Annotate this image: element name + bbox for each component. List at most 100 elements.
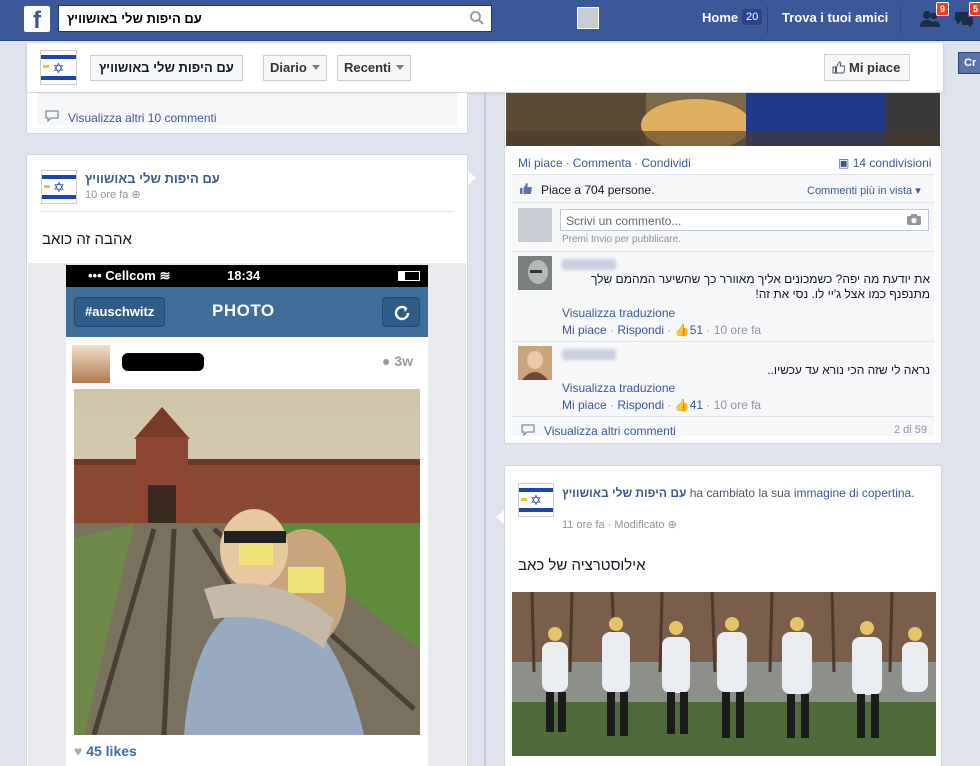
comment-bubble-icon (45, 110, 59, 122)
comment-link[interactable]: Commenta (573, 156, 632, 170)
comment-like-link[interactable]: Mi piace (562, 323, 607, 337)
separator-dot: · (664, 398, 675, 412)
comment-text: את יודעת מה יפה? כשמכונים אליך מאוורר כך… (590, 272, 930, 301)
cover-photo[interactable] (512, 592, 936, 756)
recenti-dropdown[interactable]: Recenti (337, 55, 411, 81)
phone-status-bar: ••• Cellcom ≋ 18:34 (66, 265, 428, 287)
comments-pager-count: 2 di 59 (894, 424, 928, 436)
shares-count-link[interactable]: ▣ 14 condivisioni (838, 156, 931, 170)
share-link[interactable]: Condividi (641, 156, 690, 170)
comment-meta: Mi piace · Rispondi · 👍51 · 10 ore fa (562, 323, 761, 337)
comment-likes-count[interactable]: 👍41 (675, 398, 703, 412)
separator-dot: · (703, 398, 714, 412)
create-button[interactable]: Cr (958, 52, 980, 74)
timeline-arrow-left-post (468, 171, 476, 185)
instagram-post-age-text: 3w (394, 353, 414, 369)
camera-icon[interactable] (906, 213, 922, 226)
messages-count-badge: 5 (969, 2, 980, 16)
search-input-value: עם היפות שלי באושוויץ (67, 11, 202, 26)
nav-divider (767, 6, 768, 34)
search-icon[interactable] (469, 10, 485, 26)
post-timestamp-text: 10 ore fa (85, 189, 129, 201)
globe-icon: ⊕ (667, 519, 677, 531)
diario-dropdown[interactable]: Diario (263, 55, 327, 81)
home-count-badge: 20 (742, 9, 763, 25)
hashtag-back-button: #auschwitz (74, 297, 166, 327)
cover-photo-link[interactable]: immagine di copertina. (794, 486, 915, 500)
refresh-icon (382, 297, 420, 327)
commenter-name-blurred[interactable] (562, 349, 616, 360)
post-author-name[interactable]: עם היפות שלי באושוויץ (85, 171, 220, 186)
comment-input[interactable]: Scrivi un commento... (560, 209, 929, 231)
redacted-username (122, 353, 204, 371)
profile-avatar[interactable] (577, 7, 599, 29)
commenter-avatar[interactable] (518, 256, 552, 290)
comment-time[interactable]: 10 ore fa (714, 398, 761, 412)
enter-to-post-hint: Premi Invio per pubblicare. (562, 234, 681, 245)
post-timestamp[interactable]: 10 ore fa ⊕ (85, 188, 141, 201)
nav-find-friends-link[interactable]: Trova i tuoi amici (782, 10, 888, 25)
current-user-avatar (518, 208, 552, 242)
separator-dot: · (703, 323, 714, 337)
diario-dropdown-label: Diario (270, 60, 307, 75)
thumbs-up-icon: 👍 (674, 323, 690, 337)
nav-divider (900, 6, 901, 34)
battery-icon (398, 271, 420, 281)
divider (512, 202, 934, 203)
post-timestamp[interactable]: 11 ore fa · Modificato ⊕ (562, 518, 677, 531)
page-profile-picture[interactable]: ✡ (40, 50, 77, 85)
separator-dot: · (565, 156, 570, 170)
comment-input-placeholder: Scrivi un commento... (566, 214, 682, 228)
comment-bubble-icon (521, 424, 535, 436)
view-more-comments-link[interactable]: Visualizza altri commenti (544, 424, 676, 438)
commenter-avatar[interactable] (518, 346, 552, 380)
post-author-avatar[interactable]: ✡ (41, 170, 77, 204)
chevron-down-icon: ▾ (915, 185, 921, 197)
instagram-likes: ♥ 45 likes (74, 743, 137, 759)
comment-order-label: Commenti più in vista (807, 185, 913, 197)
comment-meta: Mi piace · Rispondi · 👍41 · 10 ore fa (562, 398, 761, 412)
comment-reply-link[interactable]: Rispondi (617, 398, 664, 412)
comment-likes-count[interactable]: 👍51 (675, 323, 703, 337)
globe-icon: ⊕ (131, 189, 141, 201)
divider (40, 211, 454, 212)
share-icon: ▣ (838, 156, 850, 170)
like-page-button[interactable]: Mi piace (824, 54, 911, 81)
instagram-title: PHOTO (212, 301, 275, 320)
comment-like-link[interactable]: Mi piace (562, 398, 607, 412)
like-link[interactable]: Mi piace (518, 156, 563, 170)
friend-requests-count-badge: 9 (936, 2, 950, 16)
recenti-dropdown-label: Recenti (344, 60, 391, 75)
comment-text: נראה לי שזה הכי נורא עד עכשיו.. (767, 363, 930, 377)
instagram-photo (74, 389, 420, 735)
likes-summary[interactable]: Piace a 704 persone. (541, 183, 654, 197)
separator-dot: · (606, 323, 618, 337)
separator-dot: · (664, 323, 675, 337)
comment-reply-link[interactable]: Rispondi (617, 323, 664, 337)
thumbs-up-icon (520, 183, 532, 194)
timeline-arrow-right-post (496, 510, 504, 524)
heart-icon: ♥ (74, 743, 83, 759)
post-timestamp-text: 11 ore fa (562, 519, 605, 531)
comment-order-dropdown[interactable]: Commenti più in vista ▾ (807, 184, 921, 197)
comment-time[interactable]: 10 ore fa (714, 323, 761, 337)
post-photo[interactable] (506, 93, 940, 146)
divider (512, 416, 934, 417)
nav-home-link[interactable]: Home (702, 10, 738, 25)
comment-likes-number: 41 (689, 398, 704, 412)
view-translation-link[interactable]: Visualizza traduzione (562, 381, 675, 395)
post-author-name[interactable]: עם היפות שלי באושוויץ (562, 486, 686, 500)
page-name-button[interactable]: עם היפות שלי באושוויץ (90, 55, 243, 81)
divider (512, 341, 934, 342)
instagram-screenshot[interactable]: ••• Cellcom ≋ 18:34 #auschwitz PHOTO ● 3… (66, 265, 428, 766)
post-headline: עם היפות שלי באושוויץ ha cambiato la sua… (562, 485, 922, 501)
view-more-comments-link[interactable]: Visualizza altri 10 commenti (68, 111, 217, 125)
post-text: אהבה זה כואב (42, 231, 132, 248)
commenter-name-blurred[interactable] (562, 259, 616, 270)
facebook-logo-icon[interactable]: f (24, 6, 50, 34)
view-translation-link[interactable]: Visualizza traduzione (562, 306, 675, 320)
instagram-post-age: ● 3w (382, 353, 413, 369)
search-input[interactable]: עם היפות שלי באושוויץ (58, 5, 492, 32)
post-text: אילוסטרציה של כאב (518, 557, 646, 574)
post-author-avatar[interactable]: ✡ (518, 483, 554, 517)
